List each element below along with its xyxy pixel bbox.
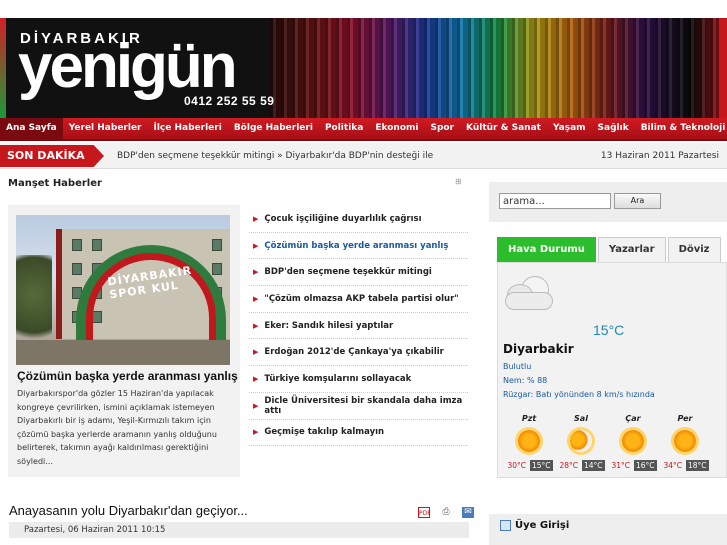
side-tabs: Hava Durumu Yazarlar Döviz [497, 237, 721, 262]
low-temp: 14°C [582, 460, 605, 471]
member-login-title: Üye Girişi [500, 520, 569, 531]
tab-yazarlar[interactable]: Yazarlar [597, 237, 666, 262]
arrow-icon: ▶ [253, 214, 259, 223]
forecast-day: Çar 31°C 16°C [607, 414, 659, 471]
high-temp: 30°C [507, 461, 526, 470]
print-icon[interactable]: ⎙ [440, 507, 452, 518]
featured-description: Diyarbakırspor'da gözler 15 Haziran'da y… [17, 389, 217, 466]
phone-number: 0412 252 55 59 [184, 94, 275, 108]
list-item[interactable]: ▶ Dicle Üniversitesi bir skandala daha im… [249, 393, 468, 420]
current-temperature: 15°C [593, 322, 625, 338]
current-date: 13 Haziran 2011 Pazartesi [600, 151, 719, 161]
breaking-news-bar: SON DAKİKA BDP'den seçmene teşekkür miti… [0, 143, 727, 169]
forecast: Pzt 30°C 15°C Sal 28°C 14°C Çar 31°C 16°C P… [503, 414, 725, 471]
sun-icon [674, 430, 696, 452]
section-title: Manşet Haberler [8, 178, 102, 189]
article-tools: PDF ⎙ ✉ [418, 507, 474, 518]
nav-ilce-haberleri[interactable]: İlçe Haberleri [148, 118, 228, 139]
nav-bilim-teknoloji[interactable]: Bilim & Teknoloji [635, 118, 727, 139]
nav-spor[interactable]: Spor [424, 118, 460, 139]
high-temp: 31°C [611, 461, 630, 470]
email-icon[interactable]: ✉ [462, 507, 474, 518]
list-item[interactable]: ▶ Çözümün başka yerde aranması yanlış [249, 233, 468, 260]
list-item[interactable]: ▶ Türkiye komşularını sollayacak [249, 366, 468, 393]
arrow-icon: ▶ [253, 321, 259, 330]
nav-ana-sayfa[interactable]: Ana Sayfa [0, 118, 63, 139]
weather-humidity: Nem: % 88 [503, 376, 548, 385]
low-temp: 16°C [634, 460, 657, 471]
weather-wind: Rüzgar: Batı yönünden 8 km/s hızında [503, 390, 655, 399]
day-name: Pzt [521, 414, 537, 423]
list-item[interactable]: ▶ Çocuk işçiliğine duyarlılık çağrısı [249, 206, 468, 233]
nav-politika[interactable]: Politika [319, 118, 369, 139]
cloud-icon [503, 272, 555, 316]
high-temp: 34°C [663, 461, 682, 470]
article-title[interactable]: Anayasanın yolu Diyarbakır'dan geçiyor..… [9, 503, 248, 518]
tab-hava-durumu[interactable]: Hava Durumu [497, 237, 596, 262]
nav-saglik[interactable]: Sağlık [592, 118, 635, 139]
arrow-icon: ▶ [253, 428, 259, 437]
forecast-day: Per 34°C 18°C [659, 414, 711, 471]
book-icon [500, 520, 511, 531]
partly-cloudy-icon [570, 430, 592, 452]
weather-condition: Bulutlu [503, 362, 532, 371]
featured-news: DİYARBAKIR SPOR KUL Çözümün başka yerde … [8, 205, 240, 477]
arrow-icon: ▶ [253, 374, 259, 383]
tab-doviz[interactable]: Döviz [667, 237, 721, 262]
list-item[interactable]: ▶ Geçmişe takılıp kalmayın [249, 420, 468, 447]
weather-city: Diyarbakir [503, 342, 574, 356]
list-item[interactable]: ▶ BDP'den seçmene teşekkür mitingi [249, 259, 468, 287]
breaking-ticker[interactable]: BDP'den seçmene teşekkür mitingi » Diyar… [117, 151, 433, 161]
low-temp: 18°C [686, 460, 709, 471]
arrow-icon: ▶ [253, 401, 259, 410]
day-name: Per [677, 414, 693, 423]
main-nav: Ana Sayfa Yerel Haberler İlçe Haberleri … [0, 118, 727, 141]
header-banner: DİYARBAKIR yenigün 0412 252 55 59 [0, 18, 727, 118]
low-temp: 15°C [530, 460, 553, 471]
forecast-day: Pzt 30°C 15°C [503, 414, 555, 471]
high-temp: 28°C [559, 461, 578, 470]
arrow-icon: ▶ [253, 241, 259, 250]
article-date: Pazartesi, 06 Haziran 2011 10:15 [9, 522, 469, 538]
nav-yasam[interactable]: Yaşam [547, 118, 592, 139]
list-item[interactable]: ▶ Erdoğan 2012'de Çankaya'ya çıkabilir [249, 339, 468, 367]
featured-image[interactable]: DİYARBAKIR SPOR KUL [16, 215, 230, 365]
nav-bolge-haberleri[interactable]: Bölge Haberleri [228, 118, 319, 139]
search-input[interactable] [499, 193, 611, 209]
site-logo[interactable]: yenigün [18, 36, 238, 98]
nav-yerel-haberler[interactable]: Yerel Haberler [63, 118, 148, 139]
arrow-icon: ▶ [253, 294, 259, 303]
day-name: Çar [625, 414, 641, 423]
day-name: Sal [574, 414, 588, 423]
forecast-day: Sal 28°C 14°C [555, 414, 607, 471]
nav-ekonomi[interactable]: Ekonomi [369, 118, 424, 139]
arrow-icon: ▶ [253, 268, 259, 277]
arrow-icon: ▶ [253, 348, 259, 357]
sun-icon [622, 430, 644, 452]
grid-icon[interactable]: ⊞ [455, 178, 463, 186]
pdf-icon[interactable]: PDF [418, 507, 431, 518]
headline-list: ▶ Çocuk işçiliğine duyarlılık çağrısı ▶ Çö… [249, 206, 468, 447]
list-item[interactable]: ▶ "Çözüm olmazsa AKP tabela partisi olur" [249, 286, 468, 313]
list-item[interactable]: ▶ Eker: Sandık hilesi yaptılar [249, 313, 468, 340]
sun-icon [518, 430, 540, 452]
nav-kultur-sanat[interactable]: Kültür & Sanat [460, 118, 547, 139]
breaking-label: SON DAKİKA [0, 145, 104, 167]
featured-headline[interactable]: Çözümün başka yerde aranması yanlış [17, 369, 238, 383]
search-button[interactable]: Ara [614, 193, 661, 209]
